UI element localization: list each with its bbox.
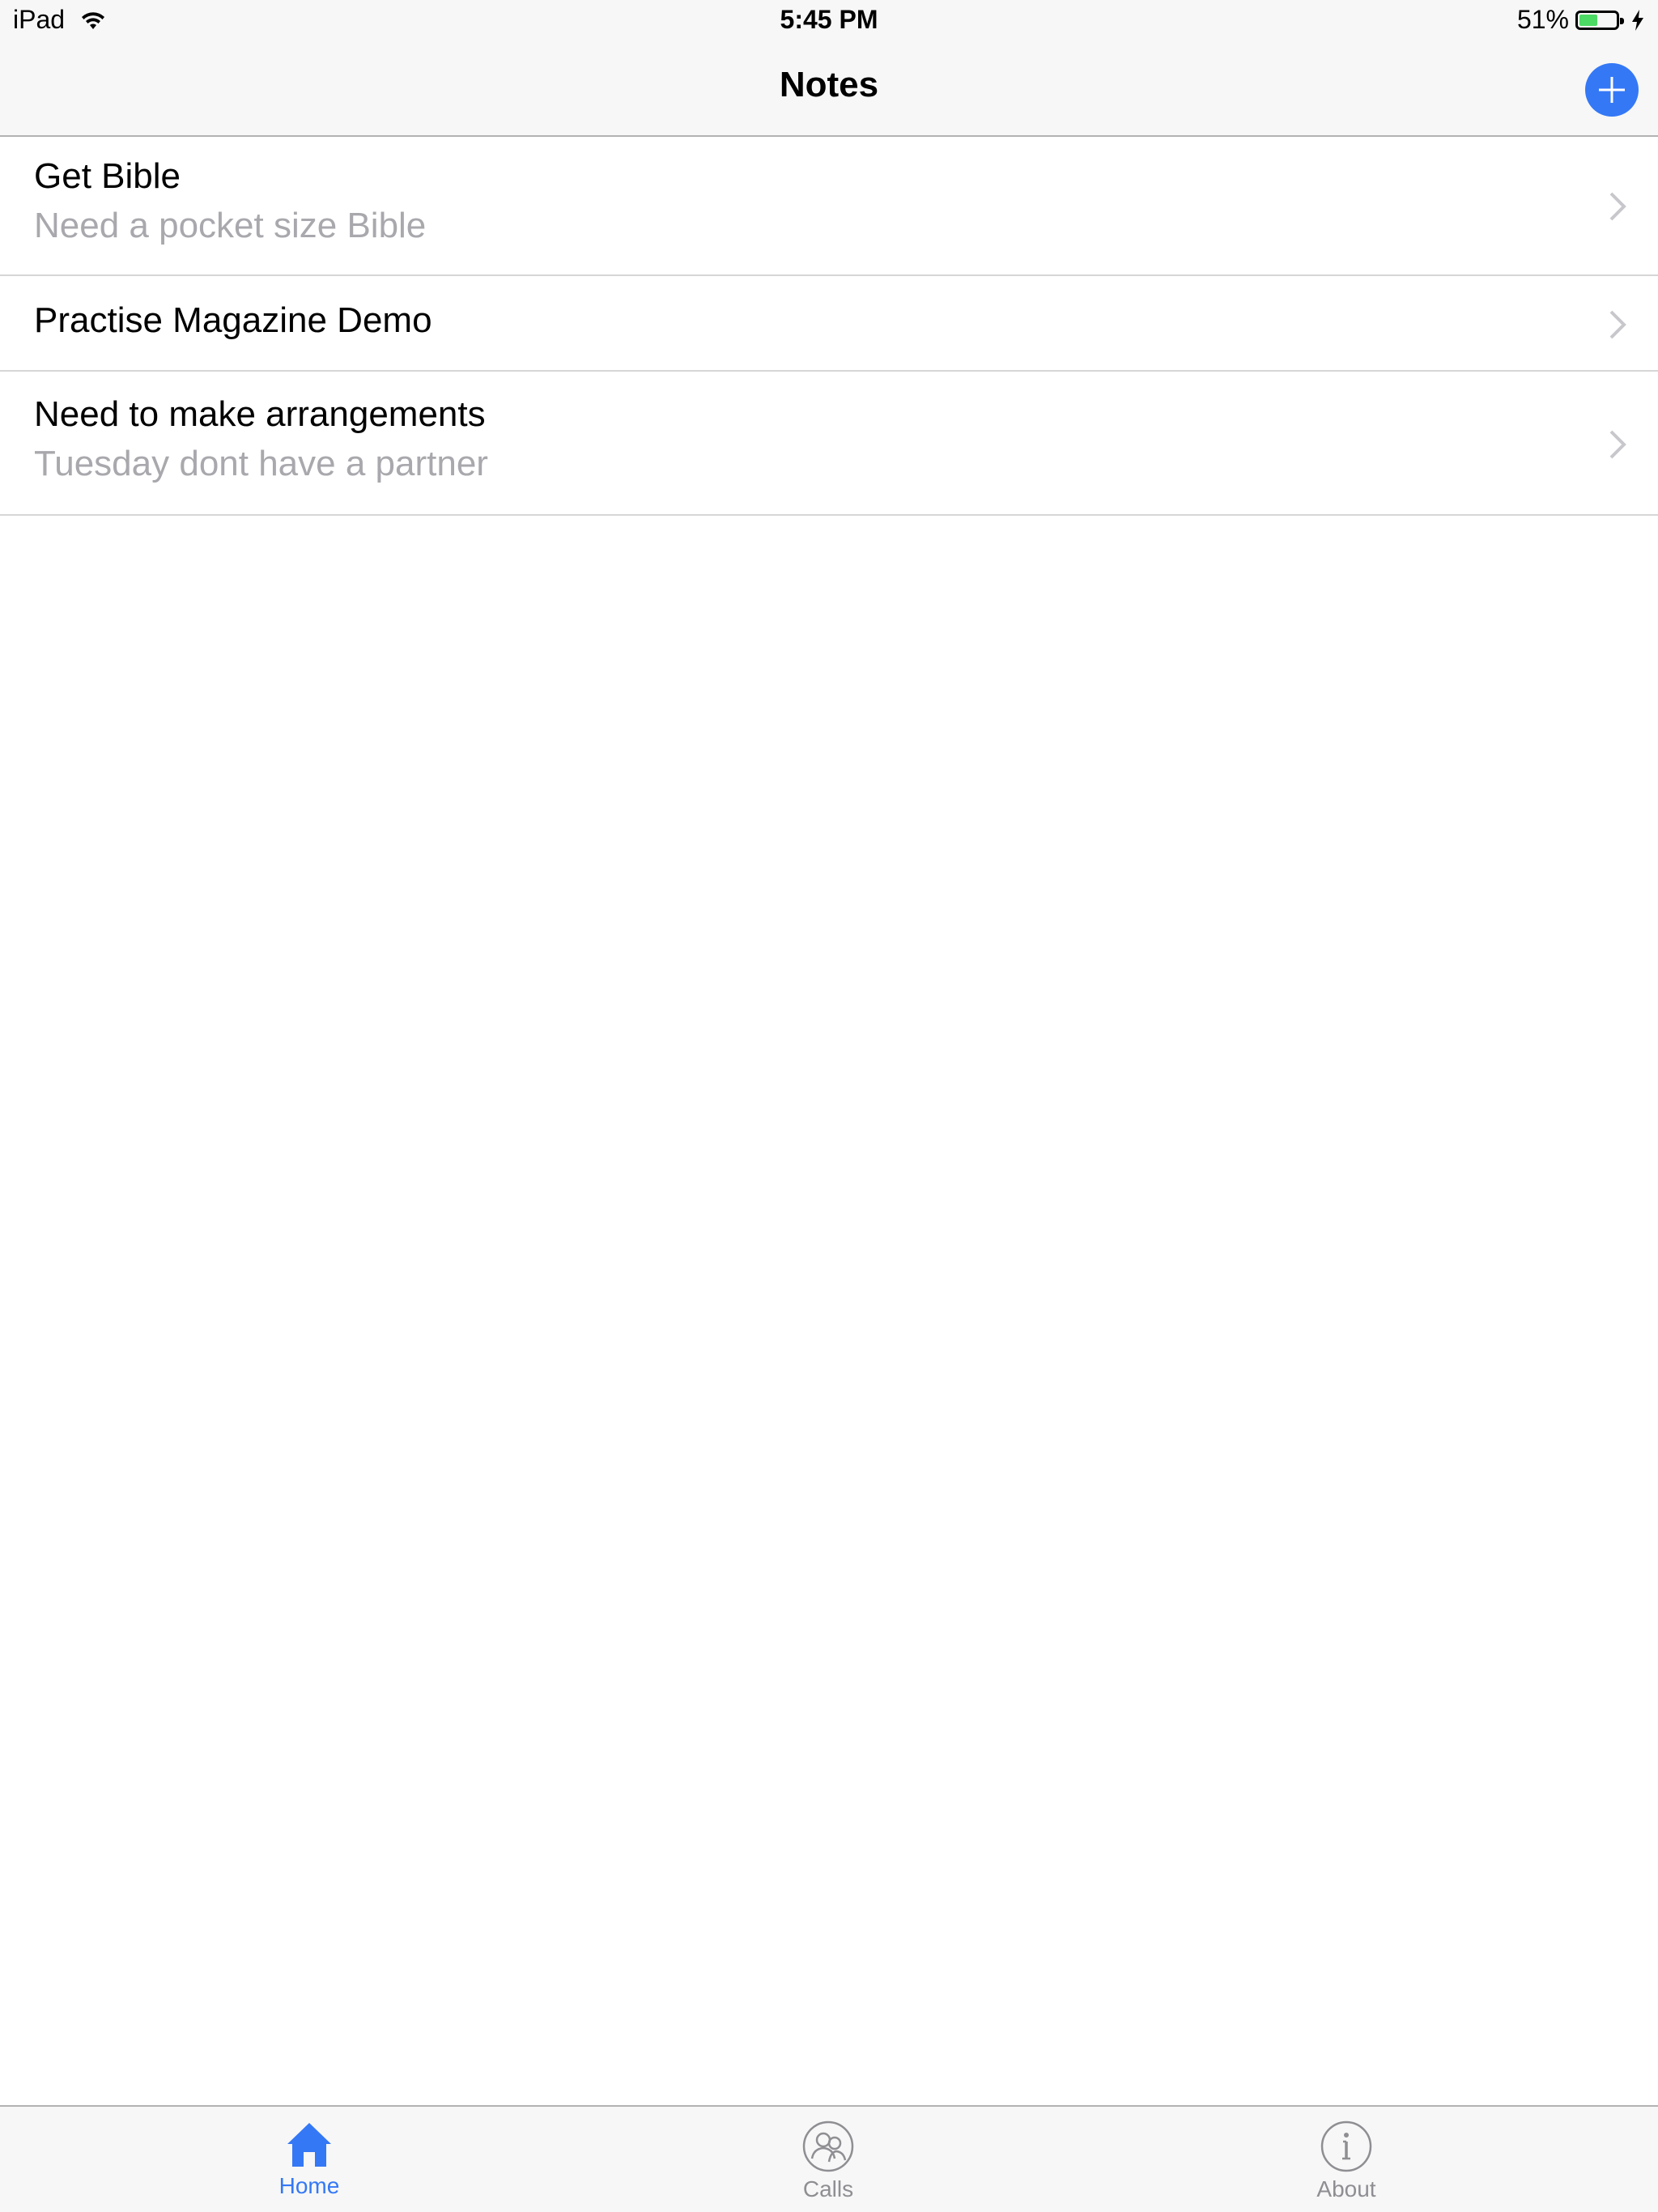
note-title: Get Bible xyxy=(34,156,181,196)
battery-level xyxy=(1579,14,1597,26)
chevron-right-icon xyxy=(1609,192,1626,221)
notes-list: Get Bible Need a pocket size Bible Pract… xyxy=(0,137,1658,516)
tab-about[interactable]: About xyxy=(1265,2120,1427,2202)
note-row-get-bible[interactable]: Get Bible Need a pocket size Bible xyxy=(0,137,1658,276)
plus-icon xyxy=(1599,77,1625,103)
status-bar: iPad 5:45 PM 51% xyxy=(0,0,1658,40)
page-title: Notes xyxy=(779,65,879,104)
note-title: Practise Magazine Demo xyxy=(34,300,432,340)
bolt-icon xyxy=(1632,9,1643,31)
tab-label: Calls xyxy=(802,2176,854,2201)
tab-home[interactable]: Home xyxy=(228,2120,390,2199)
battery-percent: 51% xyxy=(1516,5,1569,34)
battery-icon xyxy=(1575,10,1624,30)
add-note-button[interactable] xyxy=(1585,63,1639,117)
tab-label: Home xyxy=(278,2173,340,2198)
info-icon xyxy=(1320,2121,1372,2172)
note-row-practise-magazine-demo[interactable]: Practise Magazine Demo xyxy=(0,276,1658,372)
people-icon xyxy=(802,2121,854,2172)
home-icon xyxy=(287,2123,331,2167)
note-subtitle: Tuesday dont have a partner xyxy=(34,444,488,483)
navigation-bar: Notes xyxy=(0,40,1658,137)
note-row-need-to-make-arrangements[interactable]: Need to make arrangements Tuesday dont h… xyxy=(0,372,1658,516)
tab-bar: Home Calls About xyxy=(0,2105,1658,2212)
status-time: 5:45 PM xyxy=(780,5,878,34)
status-right: 51% xyxy=(1517,5,1645,35)
chevron-right-icon xyxy=(1609,310,1626,339)
tab-label: About xyxy=(1316,2176,1376,2201)
note-title: Need to make arrangements xyxy=(34,394,486,434)
chevron-right-icon xyxy=(1609,430,1626,459)
note-subtitle: Need a pocket size Bible xyxy=(34,206,427,245)
tab-calls[interactable]: Calls xyxy=(747,2120,909,2202)
